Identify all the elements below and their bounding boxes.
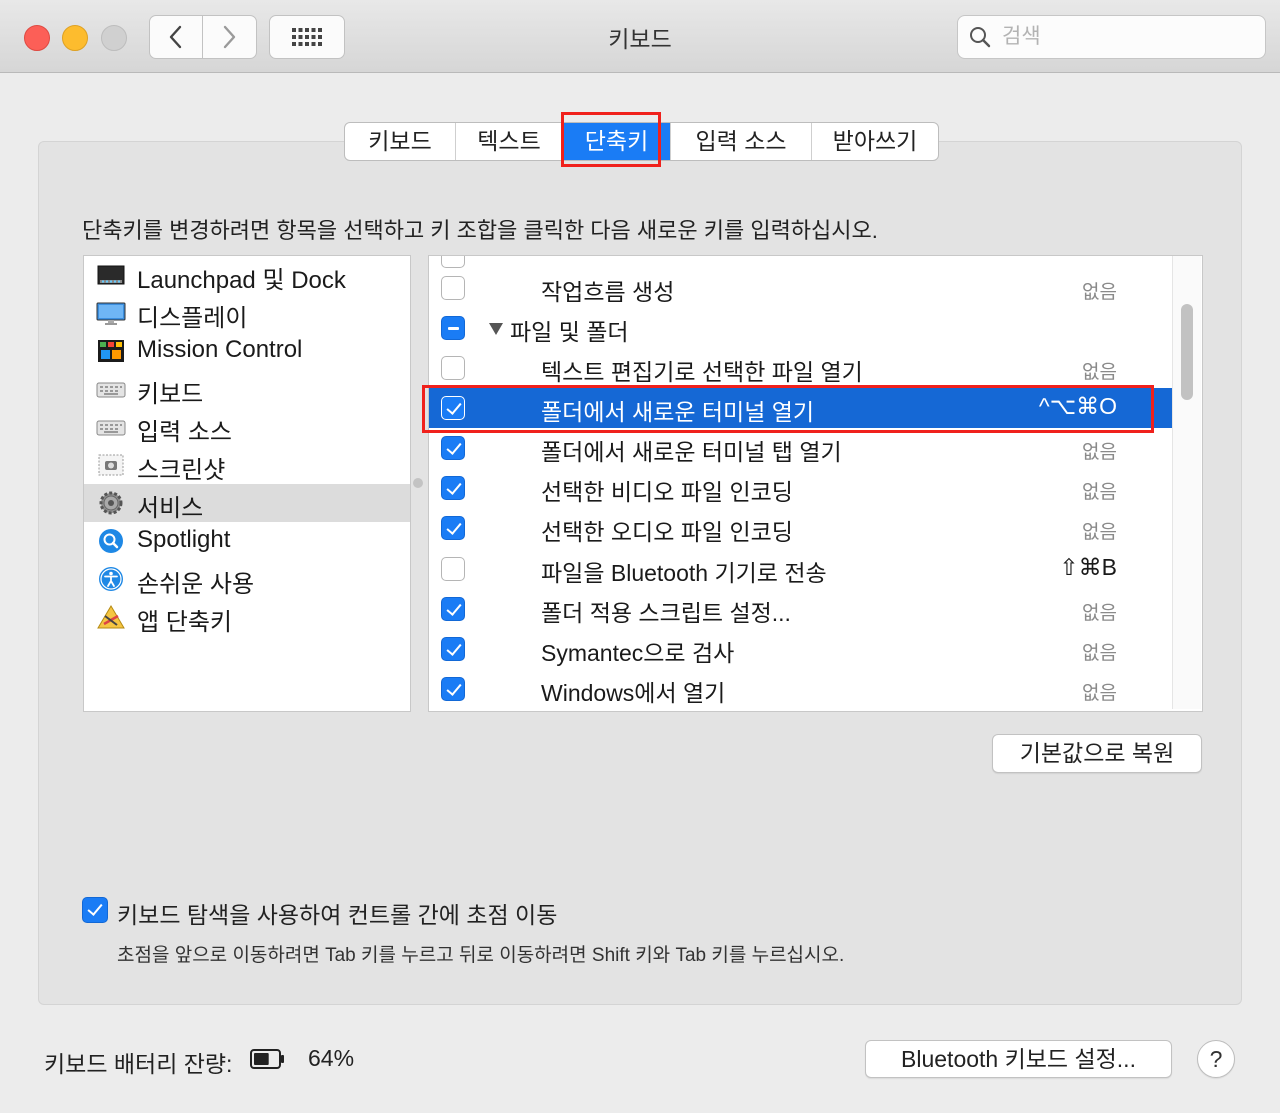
shortcut-group-row[interactable]: 파일 및 폴더 [429,308,1173,348]
shortcut-name: 폴더에서 새로운 터미널 탭 열기 [541,439,842,465]
shortcut-keys[interactable]: 없음 [1082,598,1117,625]
category-label: 서비스 [137,495,204,522]
category-label: Launchpad 및 Dock [137,267,346,294]
restore-defaults-button[interactable]: 기본값으로 복원 [992,734,1202,773]
category-label: 앱 단축키 [137,609,232,636]
battery-level-fill [254,1053,269,1065]
category-label: 키보드 [137,381,204,408]
category-label: 손쉬운 사용 [137,571,255,598]
shortcut-name: Windows에서 열기 [541,680,726,706]
shortcut-name: 선택한 비디오 파일 인코딩 [541,479,793,505]
category-list: Launchpad 및 Dock 디스플레이 Mission Control 키… [83,255,411,712]
search-field[interactable] [957,15,1266,59]
keyboard-navigation-label[interactable]: 키보드 탐색을 사용하여 컨트롤 간에 초점 이동 [117,896,557,930]
shortcut-keys[interactable]: 없음 [1082,638,1117,665]
shortcut-keys[interactable]: 없음 [1082,357,1117,384]
battery-label: 키보드 배터리 잔량: [44,1051,233,1077]
search-input[interactable] [1000,22,1254,52]
launchpad-dock-icon [96,262,126,288]
spotlight-icon [96,528,126,554]
shortcut-name: Symantec으로 검사 [541,640,735,666]
shortcut-name: 선택한 오디오 파일 인코딩 [541,519,793,545]
shortcut-checkbox[interactable] [441,356,465,380]
category-item-app-shortcuts[interactable]: 앱 단축키 [84,598,410,636]
group-checkbox[interactable] [441,316,465,340]
category-label: Mission Control [137,336,303,363]
category-item-accessibility[interactable]: 손쉬운 사용 [84,560,410,598]
shortcut-checkbox[interactable] [441,516,465,540]
tab-keyboard[interactable]: 키보드 [345,123,456,160]
keyboard-navigation-help-text: 초점을 앞으로 이동하려면 Tab 키를 누르고 뒤로 이동하려면 Shift … [117,945,845,966]
shortcut-checkbox[interactable] [441,637,465,661]
keyboard-icon [96,376,126,402]
scrollbar-thumb[interactable] [1181,304,1193,400]
category-label: 디스플레이 [137,305,248,332]
shortcut-row[interactable]: 텍스트 편집기로 선택한 파일 열기 없음 [429,348,1173,388]
battery-percentage: 64% [308,1045,355,1071]
shortcut-name: 파일을 Bluetooth 기기로 전송 [541,560,827,586]
shortcut-keys[interactable]: 없음 [1082,437,1117,464]
shortcut-row[interactable]: Symantec으로 검사 없음 [429,629,1173,669]
shortcut-checkbox[interactable] [441,476,465,500]
shortcut-checkbox[interactable] [441,276,465,300]
shortcut-name: 폴더 적용 스크립트 설정... [541,600,791,626]
shortcut-row[interactable]: Windows에서 열기 없음 [429,669,1173,709]
help-button[interactable]: ? [1197,1040,1235,1078]
mission-control-icon [96,338,126,364]
input-sources-icon [96,414,126,440]
services-gear-icon [96,490,126,516]
category-item-input-sources[interactable]: 입력 소스 [84,408,410,446]
category-item-keyboard[interactable]: 키보드 [84,370,410,408]
shortcut-keys[interactable]: ⇧⌘B [1059,554,1117,581]
shortcut-row[interactable]: 선택한 오디오 파일 인코딩 없음 [429,508,1173,548]
app-shortcuts-icon [96,604,126,630]
instruction-text: 단축키를 변경하려면 항목을 선택하고 키 조합을 클릭한 다음 새로운 키를 … [82,218,878,243]
shortcut-checkbox[interactable] [441,436,465,460]
shortcut-name: 텍스트 편집기로 선택한 파일 열기 [541,359,863,385]
shortcut-row[interactable]: 선택한 비디오 파일 인코딩 없음 [429,468,1173,508]
category-label: 입력 소스 [137,419,232,446]
shortcut-row[interactable]: 폴더 적용 스크립트 설정... 없음 [429,589,1173,629]
accessibility-icon [96,566,126,592]
tab-text[interactable]: 텍스트 [456,123,563,160]
display-icon [96,300,126,326]
category-item-screenshot[interactable]: 스크린샷 [84,446,410,484]
tab-input-sources[interactable]: 입력 소스 [671,123,812,160]
category-item-services[interactable]: 서비스 [84,484,410,522]
shortcut-keys[interactable]: 없음 [1082,277,1117,304]
bluetooth-keyboard-setup-button[interactable]: Bluetooth 키보드 설정... [865,1040,1172,1078]
category-item-spotlight[interactable]: Spotlight [84,522,410,560]
keyboard-navigation-checkbox[interactable] [82,897,108,923]
shortcut-list-scrollbar[interactable] [1172,256,1201,709]
category-label: Spotlight [137,526,231,553]
shortcut-checkbox[interactable] [441,597,465,621]
shortcut-checkbox[interactable] [441,557,465,581]
shortcut-row[interactable]: 작업흐름 생성 없음 [429,268,1173,308]
disclosure-triangle-icon[interactable] [489,323,503,335]
tab-highlight-annotation [561,112,661,167]
search-icon [969,26,991,53]
group-name: 파일 및 폴더 [510,319,629,345]
shortcut-checkbox[interactable] [441,677,465,701]
shortcut-row[interactable]: 파일을 Bluetooth 기기로 전송 ⇧⌘B [429,549,1173,589]
shortcut-row[interactable]: 폴더에서 새로운 터미널 탭 열기 없음 [429,428,1173,468]
shortcut-keys[interactable]: 없음 [1082,678,1117,705]
tab-dictation[interactable]: 받아쓰기 [812,123,938,160]
shortcut-keys[interactable]: 없음 [1082,477,1117,504]
shortcut-list: 작업흐름 생성 없음 파일 및 폴더 텍스트 편집기로 선택한 파일 열기 없음… [428,255,1203,712]
screenshot-icon [96,452,126,478]
title-bar: 키보드 [0,0,1280,73]
split-view-handle[interactable] [413,478,423,488]
category-item-display[interactable]: 디스플레이 [84,294,410,332]
battery-icon [250,1049,285,1069]
shortcut-name: 작업흐름 생성 [541,279,675,305]
shortcut-checkbox [441,256,465,268]
category-label: 스크린샷 [137,457,226,484]
category-item-mission-control[interactable]: Mission Control [84,332,410,370]
category-item-launchpad-dock[interactable]: Launchpad 및 Dock [84,256,410,294]
row-highlight-annotation [422,385,1154,433]
shortcut-keys[interactable]: 없음 [1082,517,1117,544]
